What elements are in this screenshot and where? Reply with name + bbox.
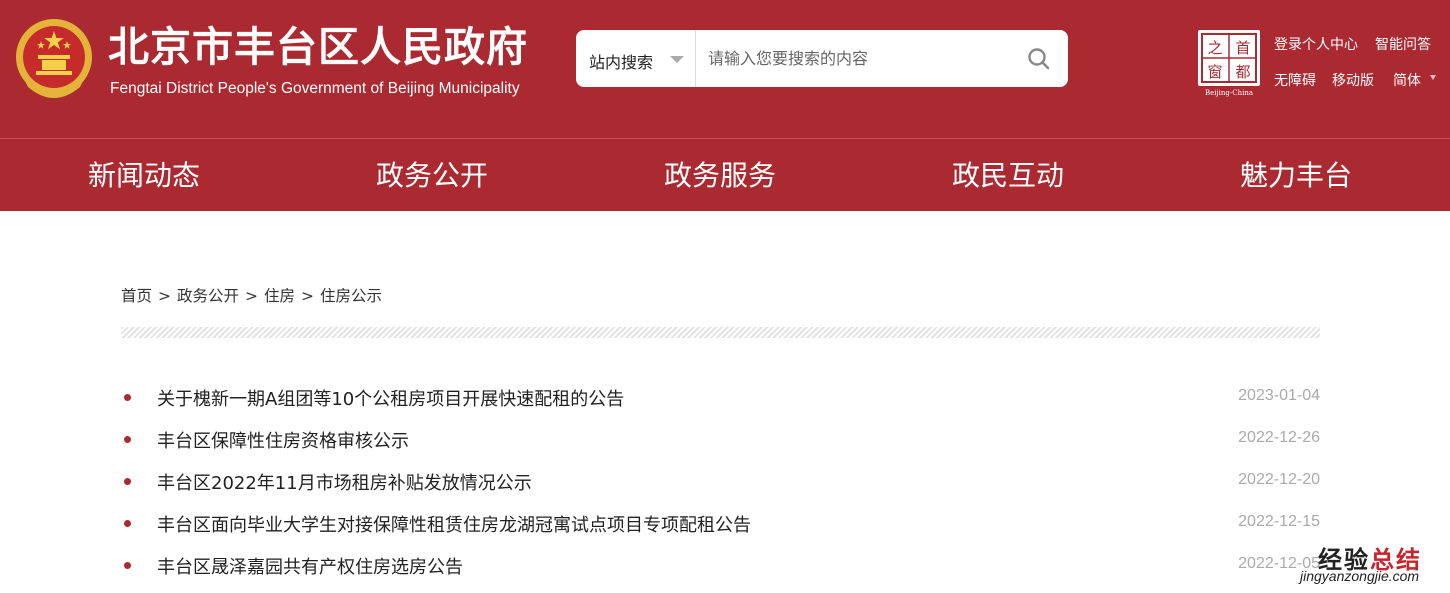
breadcrumb-separator: >	[158, 287, 172, 305]
bullet-icon	[124, 436, 131, 443]
breadcrumb-housing-notice[interactable]: 住房公示	[320, 287, 382, 305]
breadcrumb-separator: >	[301, 287, 315, 305]
search-scope-label: 站内搜索	[589, 53, 654, 72]
hatched-divider	[121, 327, 1320, 338]
news-title-link[interactable]: 丰台区2022年11月市场租房补贴发放情况公示	[157, 469, 532, 495]
svg-text:窗: 窗	[1207, 63, 1222, 81]
watermark: 经验总结 jingyanzongjie.com	[1300, 540, 1445, 590]
list-item: 关于槐新一期A组团等10个公租房项目开展快速配租的公告 2023-01-04	[121, 376, 1320, 418]
news-title-link[interactable]: 丰台区保障性住房资格审核公示	[157, 427, 409, 453]
list-item: 丰台区面向毕业大学生对接保障性租赁住房龙湖冠寓试点项目专项配租公告 2022-1…	[121, 502, 1320, 544]
list-item: 丰台区保障性住房资格审核公示 2022-12-26	[121, 418, 1320, 460]
bullet-icon	[124, 478, 131, 485]
news-list: 关于槐新一期A组团等10个公租房项目开展快速配租的公告 2023-01-04 丰…	[121, 376, 1320, 586]
watermark-en: jingyanzongjie.com	[1300, 568, 1420, 584]
nav-item-news[interactable]: 新闻动态	[44, 139, 244, 212]
svg-text:之: 之	[1207, 39, 1222, 57]
bullet-icon	[124, 394, 131, 401]
login-link[interactable]: 登录个人中心	[1274, 34, 1358, 54]
search-input[interactable]	[708, 42, 1008, 74]
main-nav: 新闻动态 政务公开 政务服务 政民互动 魅力丰台	[0, 138, 1450, 211]
national-emblem-icon[interactable]	[14, 17, 94, 103]
bullet-icon	[124, 520, 131, 527]
nav-item-fengtai[interactable]: 魅力丰台	[1196, 139, 1396, 212]
search-scope-dropdown[interactable]: 站内搜索	[576, 30, 696, 87]
bullet-icon	[124, 562, 131, 569]
accessibility-link[interactable]: 无障碍	[1274, 70, 1316, 90]
site-title[interactable]: 北京市丰台区人民政府	[108, 22, 528, 72]
news-date: 2023-01-04	[1238, 387, 1320, 404]
news-date: 2022-12-15	[1238, 513, 1320, 530]
site-subtitle: Fengtai District People's Government of …	[110, 80, 520, 97]
nav-item-interaction[interactable]: 政民互动	[908, 139, 1108, 212]
news-title-link[interactable]: 关于槐新一期A组团等10个公租房项目开展快速配租的公告	[157, 385, 624, 411]
breadcrumb-housing[interactable]: 住房	[264, 287, 295, 305]
mobile-link[interactable]: 移动版	[1332, 70, 1374, 90]
breadcrumb-gov-affairs[interactable]: 政务公开	[177, 287, 239, 305]
news-title-link[interactable]: 丰台区面向毕业大学生对接保障性租赁住房龙湖冠寓试点项目专项配租公告	[157, 511, 751, 537]
news-title-link[interactable]: 丰台区晟泽嘉园共有产权住房选房公告	[157, 553, 463, 579]
svg-text:首: 首	[1235, 39, 1250, 57]
language-switch[interactable]: 简体	[1393, 70, 1421, 90]
news-date: 2022-12-20	[1238, 471, 1320, 488]
svg-text:Beijing-China: Beijing-China	[1205, 89, 1253, 97]
breadcrumb-separator: >	[245, 287, 259, 305]
breadcrumb-home[interactable]: 首页	[121, 287, 152, 305]
list-item: 丰台区2022年11月市场租房补贴发放情况公示 2022-12-20	[121, 460, 1320, 502]
news-date: 2022-12-26	[1238, 429, 1320, 446]
list-item: 丰台区晟泽嘉园共有产权住房选房公告 2022-12-05	[121, 544, 1320, 586]
search-box: 站内搜索	[576, 30, 1068, 87]
nav-item-gov-services[interactable]: 政务服务	[620, 139, 820, 212]
smart-qa-link[interactable]: 智能问答	[1375, 34, 1431, 54]
breadcrumb: 首页 > 政务公开 > 住房 > 住房公示	[121, 284, 382, 306]
caret-down-icon	[1430, 75, 1436, 80]
capital-window-logo-icon[interactable]: 之 首 窗 都 Beijing-China	[1196, 28, 1262, 98]
nav-item-gov-affairs[interactable]: 政务公开	[332, 139, 532, 212]
chevron-down-icon	[670, 56, 684, 63]
search-icon[interactable]	[1026, 46, 1052, 72]
svg-text:都: 都	[1235, 63, 1250, 81]
site-header: 北京市丰台区人民政府 Fengtai District People's Gov…	[0, 0, 1450, 138]
